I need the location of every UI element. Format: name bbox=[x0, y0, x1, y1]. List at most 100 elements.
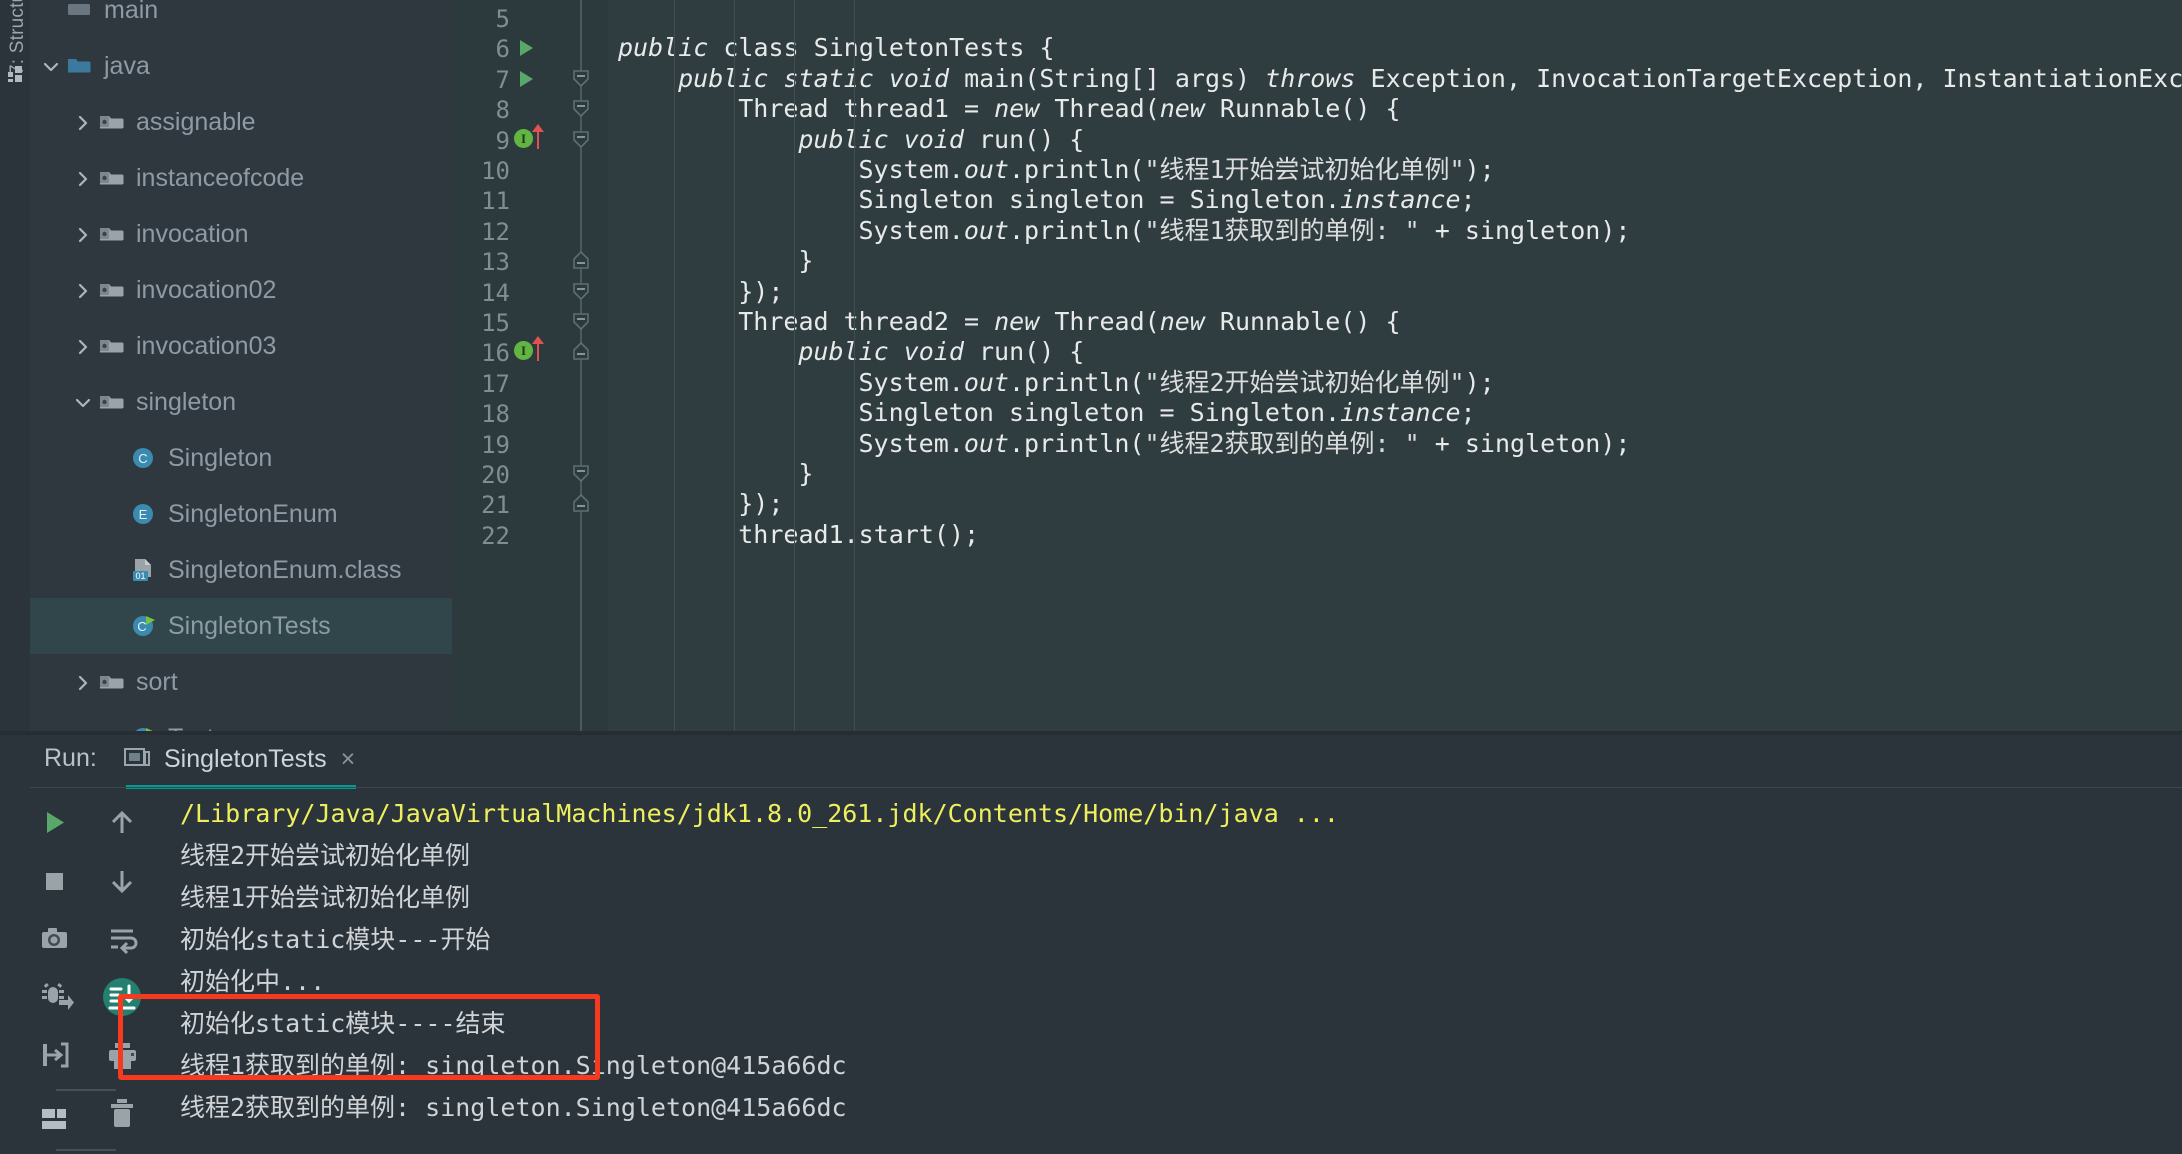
code-line[interactable]: thread1.start(); bbox=[738, 520, 979, 550]
code-line[interactable]: System.out.println("线程2开始尝试初始化单例"); bbox=[858, 368, 1494, 398]
code-line[interactable]: } bbox=[798, 459, 813, 489]
chevron-right-icon[interactable] bbox=[70, 94, 98, 150]
code-line[interactable]: System.out.println("线程1获取到的单例: " + singl… bbox=[858, 216, 1630, 246]
console-line[interactable]: 线程1开始尝试初始化单例 bbox=[180, 883, 470, 913]
code-line[interactable]: Thread thread2 = new Thread(new Runnable… bbox=[738, 307, 1400, 337]
tree-item-singletontests[interactable]: C SingletonTests bbox=[30, 598, 452, 654]
chevron-down-icon[interactable] bbox=[38, 38, 66, 94]
fold-collapse-icon[interactable] bbox=[570, 281, 592, 303]
chevron-right-icon[interactable] bbox=[70, 654, 98, 710]
tree-item-sort[interactable]: sort bbox=[30, 654, 452, 710]
run-label: Run: bbox=[44, 744, 97, 772]
code-line[interactable]: public static void main(String[] args) t… bbox=[678, 64, 2182, 94]
chevron-right-icon[interactable] bbox=[70, 150, 98, 206]
java-enum-icon: E bbox=[130, 500, 160, 528]
layout-icon[interactable] bbox=[30, 1095, 78, 1143]
fold-end-icon[interactable] bbox=[570, 250, 592, 272]
fold-collapse-icon[interactable] bbox=[570, 68, 592, 90]
indent-guide bbox=[794, 0, 796, 731]
console-line[interactable]: 初始化static模块---开始 bbox=[180, 925, 490, 955]
tree-item-label: instanceofcode bbox=[136, 163, 305, 192]
run-tab-singletontests[interactable]: SingletonTests × bbox=[124, 731, 355, 787]
console-line[interactable]: 线程1获取到的单例: singleton.Singleton@415a66dc bbox=[180, 1051, 847, 1081]
code-line[interactable]: System.out.println("线程2获取到的单例: " + singl… bbox=[858, 429, 1630, 459]
code-line[interactable]: }); bbox=[738, 277, 783, 307]
fold-collapse-icon[interactable] bbox=[570, 98, 592, 120]
package-icon bbox=[98, 332, 128, 360]
fold-end-icon[interactable] bbox=[570, 493, 592, 515]
code-content[interactable]: public class SingletonTests {public stat… bbox=[608, 0, 2182, 731]
gutter-line[interactable]: 10 bbox=[452, 155, 608, 185]
code-line[interactable]: Singleton singleton = Singleton.instance… bbox=[858, 185, 1475, 215]
run-gutter-icon[interactable] bbox=[520, 70, 533, 87]
gutter-line[interactable]: 19 bbox=[452, 429, 608, 459]
scroll-to-end-icon[interactable] bbox=[98, 973, 146, 1021]
printer-icon[interactable] bbox=[98, 1031, 146, 1079]
code-line[interactable]: public void run() { bbox=[798, 125, 1084, 155]
tree-item-instanceofcode[interactable]: instanceofcode bbox=[30, 150, 452, 206]
code-line[interactable]: public class SingletonTests { bbox=[618, 33, 1055, 63]
chevron-right-icon[interactable] bbox=[70, 318, 98, 374]
console-output[interactable]: /Library/Java/JavaVirtualMachines/jdk1.8… bbox=[172, 789, 2182, 1154]
gutter-line[interactable]: 17 bbox=[452, 368, 608, 398]
tree-item-invocation02[interactable]: invocation02 bbox=[30, 262, 452, 318]
code-line[interactable]: } bbox=[798, 246, 813, 276]
code-line[interactable]: Thread thread1 = new Thread(new Runnable… bbox=[738, 94, 1400, 124]
code-line[interactable]: Singleton singleton = Singleton.instance… bbox=[858, 398, 1475, 428]
arrow-down-icon[interactable] bbox=[98, 857, 146, 905]
fold-end-icon[interactable] bbox=[570, 341, 592, 363]
tree-item-main[interactable]: main bbox=[30, 0, 452, 38]
project-tree[interactable]: main java assignable instanceofcode invocati… bbox=[30, 0, 452, 731]
fold-collapse-icon[interactable] bbox=[570, 463, 592, 485]
gutter-line[interactable]: 22 bbox=[452, 520, 608, 550]
tree-item-singletonenum[interactable]: E SingletonEnum bbox=[30, 486, 452, 542]
code-line[interactable]: public void run() { bbox=[798, 337, 1084, 367]
code-line[interactable]: }); bbox=[738, 489, 783, 519]
tree-item-singleton[interactable]: C Singleton bbox=[30, 430, 452, 486]
rerun-button[interactable] bbox=[30, 799, 78, 847]
chevron-right-icon[interactable] bbox=[70, 262, 98, 318]
export-icon[interactable] bbox=[30, 1031, 78, 1079]
fold-collapse-icon[interactable] bbox=[570, 129, 592, 151]
code-line[interactable]: System.out.println("线程1开始尝试初始化单例"); bbox=[858, 155, 1494, 185]
run-gutter-icon[interactable] bbox=[520, 40, 533, 57]
tree-item-singletonenum-class[interactable]: 01 SingletonEnum.class bbox=[30, 542, 452, 598]
gutter-line[interactable]: 12 bbox=[452, 216, 608, 246]
tree-item-invocation03[interactable]: invocation03 bbox=[30, 318, 452, 374]
console-line[interactable]: 初始化中... bbox=[180, 967, 325, 997]
tree-item-test[interactable]: C Test bbox=[30, 710, 452, 731]
overriding-method-arrow-icon[interactable] bbox=[532, 336, 544, 362]
indent-guide bbox=[734, 0, 736, 731]
run-tool-window: Run: SingletonTests × /Library/Java/Java… bbox=[0, 731, 2182, 1154]
code-editor[interactable]: 5 6 7 8 9 I 10 11 12 13 14 15 16 I 17 18 19 20 21 22 public… bbox=[452, 0, 2182, 731]
gutter-line[interactable]: 6 bbox=[452, 33, 608, 63]
debug-threads-icon[interactable] bbox=[30, 973, 78, 1021]
gutter-line[interactable]: 18 bbox=[452, 398, 608, 428]
structure-tool-window-label[interactable]: 7: Structure bbox=[7, 0, 29, 75]
arrow-up-icon[interactable] bbox=[98, 799, 146, 847]
run-toolbar[interactable] bbox=[30, 789, 172, 1154]
structure-icon[interactable] bbox=[8, 66, 24, 82]
implements-method-icon[interactable]: I bbox=[514, 341, 533, 361]
tree-item-singleton[interactable]: singleton bbox=[30, 374, 452, 430]
close-icon[interactable]: × bbox=[341, 746, 356, 772]
implements-method-icon[interactable]: I bbox=[514, 128, 533, 148]
tree-item-java[interactable]: java bbox=[30, 38, 452, 94]
stop-button[interactable] bbox=[30, 857, 78, 905]
overriding-method-arrow-icon[interactable] bbox=[532, 123, 544, 149]
gutter-line[interactable]: 11 bbox=[452, 185, 608, 215]
tree-item-invocation[interactable]: invocation bbox=[30, 206, 452, 262]
trash-icon[interactable] bbox=[98, 1089, 146, 1137]
console-line[interactable]: 线程2获取到的单例: singleton.Singleton@415a66dc bbox=[180, 1093, 847, 1123]
fold-collapse-icon[interactable] bbox=[570, 311, 592, 333]
console-line[interactable]: /Library/Java/JavaVirtualMachines/jdk1.8… bbox=[180, 799, 1339, 829]
soft-wrap-icon[interactable] bbox=[98, 915, 146, 963]
chevron-right-icon[interactable] bbox=[70, 206, 98, 262]
camera-icon[interactable] bbox=[30, 915, 78, 963]
chevron-down-icon[interactable] bbox=[70, 374, 98, 430]
tree-item-assignable[interactable]: assignable bbox=[30, 94, 452, 150]
editor-gutter[interactable]: 5 6 7 8 9 I 10 11 12 13 14 15 16 I 17 18 19 20 21 22 bbox=[452, 0, 608, 731]
gutter-line[interactable]: 5 bbox=[452, 3, 608, 33]
console-line[interactable]: 初始化static模块----结束 bbox=[180, 1009, 506, 1039]
console-line[interactable]: 线程2开始尝试初始化单例 bbox=[180, 841, 470, 871]
